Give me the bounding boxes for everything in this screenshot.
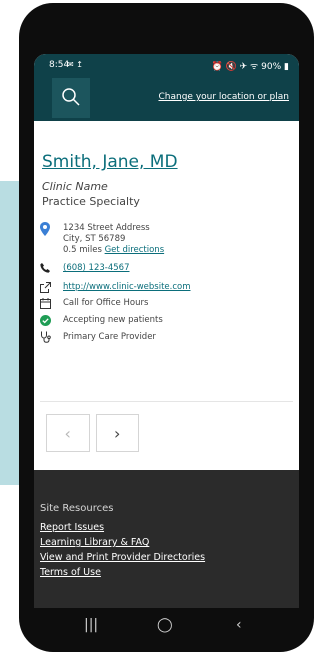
section-divider xyxy=(40,401,293,402)
distance-row: 0.5 miles Get directions xyxy=(63,245,164,256)
app-header: Change your location or plan xyxy=(34,76,299,121)
address-line-1: 1234 Street Address xyxy=(63,223,150,233)
site-footer: Site Resources Report Issues Learning Li… xyxy=(34,470,299,608)
battery-icon: ▮ xyxy=(284,62,289,72)
calendar-icon xyxy=(40,296,56,310)
change-location-link[interactable]: Change your location or plan xyxy=(159,92,290,102)
phone-icon xyxy=(40,261,56,275)
address-block: 1234 Street Address City, ST 56789 0.5 m… xyxy=(63,223,164,256)
status-system-icons: ⏰ 🔇 ✈ ᯤ xyxy=(211,62,259,72)
office-hours-row: Call for Office Hours xyxy=(40,296,148,310)
status-right-group: ⏰ 🔇 ✈ ᯤ 90% ▮ xyxy=(212,59,289,72)
accepting-row: Accepting new patients xyxy=(40,313,163,327)
search-button[interactable] xyxy=(52,78,90,118)
footer-link-report-issues[interactable]: Report Issues xyxy=(40,522,104,533)
office-hours-text: Call for Office Hours xyxy=(63,298,149,308)
practice-specialty: Practice Specialty xyxy=(42,195,140,208)
phone-screen: 8:54 ✉ ↥ ⏰ 🔇 ✈ ᯤ 90% ▮ Change your locat… xyxy=(34,54,299,608)
next-page-button[interactable]: › xyxy=(95,414,139,452)
location-pin-icon xyxy=(40,222,50,236)
footer-link-provider-directories[interactable]: View and Print Provider Directories xyxy=(40,552,205,563)
provider-name-link[interactable]: Smith, Jane, MD xyxy=(42,152,178,172)
phone-frame: 8:54 ✉ ↥ ⏰ 🔇 ✈ ᯤ 90% ▮ Change your locat… xyxy=(19,3,314,652)
battery-percent: 90% xyxy=(261,62,282,72)
pcp-row: Primary Care Provider xyxy=(40,330,156,344)
footer-link-terms[interactable]: Terms of Use xyxy=(40,567,101,578)
footer-title: Site Resources xyxy=(40,503,114,514)
get-directions-link[interactable]: Get directions xyxy=(105,245,165,255)
chevron-left-icon: ‹ xyxy=(64,423,71,443)
chevron-right-icon: › xyxy=(114,423,121,443)
status-notification-icons: ✉ ↥ xyxy=(67,60,83,69)
stethoscope-icon xyxy=(40,330,56,344)
external-link-icon xyxy=(40,280,56,294)
previous-page-button[interactable]: ‹ xyxy=(46,414,90,452)
website-link[interactable]: http://www.clinic-website.com xyxy=(63,282,191,292)
pcp-text: Primary Care Provider xyxy=(63,332,156,342)
android-nav-bar: ||| ◯ ‹ xyxy=(34,605,299,645)
check-circle-icon xyxy=(40,313,56,327)
phone-row: (608) 123-4567 xyxy=(40,261,129,275)
pagination: ‹ › xyxy=(46,414,145,454)
website-row: http://www.clinic-website.com xyxy=(40,280,191,294)
clinic-name: Clinic Name xyxy=(42,180,108,193)
recents-button[interactable]: ||| xyxy=(84,617,98,633)
accepting-text: Accepting new patients xyxy=(63,315,163,325)
address-line-2: City, ST 56789 xyxy=(63,234,126,244)
home-button[interactable]: ◯ xyxy=(157,617,173,633)
back-button[interactable]: ‹ xyxy=(236,617,242,633)
search-icon xyxy=(62,88,80,106)
status-bar: 8:54 ✉ ↥ ⏰ 🔇 ✈ ᯤ 90% ▮ xyxy=(34,54,299,76)
phone-link[interactable]: (608) 123-4567 xyxy=(63,263,129,273)
footer-link-learning-library[interactable]: Learning Library & FAQ xyxy=(40,537,149,548)
distance-text: 0.5 miles xyxy=(63,245,102,255)
